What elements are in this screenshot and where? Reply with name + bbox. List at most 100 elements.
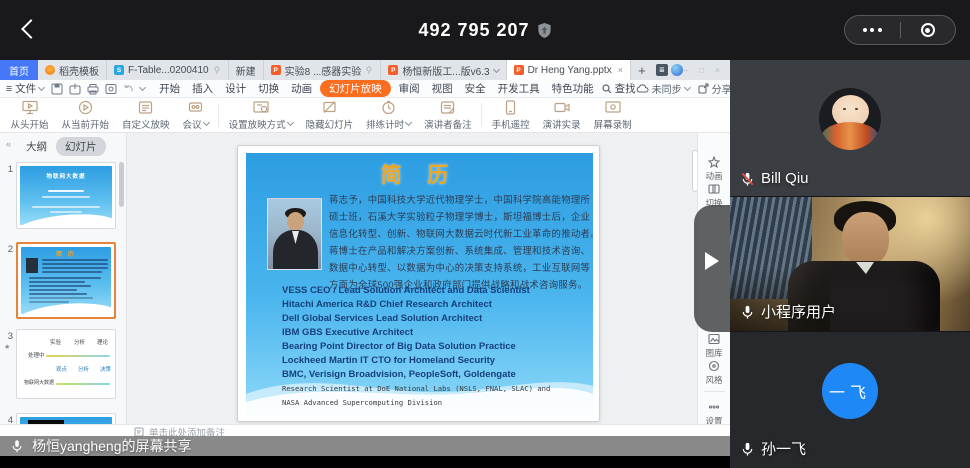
account-avatar-icon[interactable] <box>671 64 683 76</box>
menu-devtools[interactable]: 开发工具 <box>492 81 546 96</box>
chevron-down-icon[interactable] <box>139 84 146 91</box>
tab-active-doc[interactable]: P Dr Heng Yang.pptx × <box>507 60 631 80</box>
minimize-icon[interactable]: – <box>683 65 688 75</box>
menu-security[interactable]: 安全 <box>459 81 492 96</box>
chevron-down-icon <box>38 84 45 91</box>
close-tab-icon[interactable]: × <box>616 65 623 75</box>
chevron-down-icon <box>203 119 210 126</box>
tab-ppt-yang[interactable]: P 杨恒新版工...版v6.3 <box>381 60 506 80</box>
ppt-icon: P <box>514 65 524 75</box>
menu-insert[interactable]: 插入 <box>186 81 219 96</box>
close-window-icon[interactable]: × <box>715 65 720 75</box>
speaker-notes-button[interactable]: 演讲者备注 <box>418 100 479 131</box>
participant-tile-video[interactable]: 小程序用户 <box>730 196 970 332</box>
find-button[interactable]: 查找 <box>602 81 636 96</box>
mic-on-icon <box>740 441 755 457</box>
thumbnail-slide-3[interactable]: 实验 分析 理论 处理中 观点 分析 决策 物联网大数据 <box>16 329 116 399</box>
chevron-down-icon <box>684 84 691 91</box>
presentation-record-icon <box>554 100 570 115</box>
research-lines: Research Scientist at DoE National Labs … <box>282 382 550 410</box>
toolbar-divider <box>218 103 219 127</box>
hamburger-icon: ≡ <box>6 83 12 95</box>
share-banner-text: 杨恒yangheng的屏幕共享 <box>32 436 192 456</box>
menu-transition[interactable]: 切换 <box>252 81 285 96</box>
bottom-strip <box>0 456 730 468</box>
menu-start[interactable]: 开始 <box>153 81 186 96</box>
custom-show-button[interactable]: 自定义放映 <box>116 100 177 131</box>
tab-docer[interactable]: 稻壳模板 <box>38 60 107 80</box>
hide-slide-button[interactable]: 隐藏幻灯片 <box>299 100 360 131</box>
chevron-down-icon <box>287 119 294 126</box>
mic-on-icon <box>10 438 24 454</box>
rehearse-timing-button[interactable]: 排练计时 <box>360 100 418 131</box>
more-options-icon[interactable] <box>845 16 900 44</box>
meeting-icon <box>188 100 203 115</box>
meeting-button[interactable]: 会议 <box>176 100 215 131</box>
tab-list-badge-icon[interactable]: ≣ <box>656 64 668 76</box>
presentation-record-button[interactable]: 演讲实录 <box>536 100 587 131</box>
collapse-videos-handle[interactable] <box>694 205 730 332</box>
tab-slides[interactable]: 幻灯片 <box>56 137 106 156</box>
undo-icon[interactable] <box>123 83 134 94</box>
thumbnail-slide-1[interactable]: 物联网大数据 <box>16 162 116 229</box>
gallery-icon <box>708 333 720 345</box>
menu-animation[interactable]: 动画 <box>285 81 318 96</box>
panel-scrollbar[interactable] <box>119 162 124 207</box>
slide-number: 1 <box>2 164 13 175</box>
meeting-top-bar: 492 795 207 <box>0 0 970 60</box>
preview-icon[interactable] <box>105 83 117 95</box>
participant-label: 孙一飞 <box>740 438 806 459</box>
participant-tile-sun[interactable]: 一飞 孙一飞 <box>730 332 970 468</box>
transition-icon <box>708 183 720 195</box>
thumbnail-slide-2-selected[interactable]: 简 历 <box>16 242 116 319</box>
export-icon[interactable] <box>69 83 81 95</box>
notes-icon <box>134 427 144 437</box>
maximize-icon[interactable]: □ <box>699 65 704 75</box>
tab-ppt-exp[interactable]: P 实验8 ...感器实验 <box>264 60 382 80</box>
mic-on-icon <box>740 304 755 320</box>
exit-miniprogram-icon[interactable] <box>901 16 956 44</box>
file-menu[interactable]: ≡ 文件 <box>6 81 44 96</box>
tab-new-doc[interactable]: 新建 <box>229 60 264 80</box>
portrait-photo <box>267 198 322 270</box>
play-from-start-icon <box>22 100 38 115</box>
menu-design[interactable]: 设计 <box>219 81 252 96</box>
avatar: 一飞 <box>822 363 878 419</box>
save-icon[interactable] <box>51 83 63 95</box>
tab-sheet-doc[interactable]: S F-Table...0200410 <box>107 60 229 80</box>
animation-tool[interactable]: 动画 <box>698 156 730 182</box>
tool-divider <box>704 391 725 392</box>
play-from-current-icon <box>78 100 93 115</box>
tab-home[interactable]: 首页 <box>0 60 38 80</box>
animation-icon <box>708 156 720 168</box>
sheet-icon: S <box>114 65 124 75</box>
slide-canvas: 简 历 蒋志予，中国科技大学近代物理学士，中国科学院高能物理所 硕士班，石溪大学… <box>127 133 697 424</box>
slideshow-settings-button[interactable]: 设置放映方式 <box>222 100 299 131</box>
add-tab-icon[interactable]: + <box>631 60 653 80</box>
menu-features[interactable]: 特色功能 <box>546 81 600 96</box>
custom-show-icon <box>138 100 153 115</box>
screen-record-button[interactable]: 屏幕录制 <box>587 100 638 131</box>
pin-icon <box>365 66 373 74</box>
menu-review[interactable]: 审阅 <box>393 81 426 96</box>
print-icon[interactable] <box>87 83 99 95</box>
sync-status[interactable]: 未同步 <box>636 81 690 96</box>
wps-window: 首页 稻壳模板 S F-Table...0200410 新建 P 实验8 ...… <box>0 60 730 456</box>
screen-record-icon <box>605 100 621 115</box>
share-button[interactable]: 分享 <box>698 81 730 96</box>
tab-outline[interactable]: 大纲 <box>26 139 47 154</box>
thumbnail-slide-4[interactable] <box>16 413 116 424</box>
animation-star-icon: ★ <box>4 343 10 351</box>
gallery-tool[interactable]: 图库 <box>698 333 730 359</box>
style-tool[interactable]: 风格 <box>698 360 730 386</box>
chevron-down-icon <box>405 119 412 126</box>
play-from-start-button[interactable]: 从头开始 <box>4 100 55 131</box>
menu-slideshow-active[interactable]: 幻灯片放映 <box>320 80 391 97</box>
participant-label: Bill Qiu <box>740 170 809 187</box>
current-slide: 简 历 蒋志予，中国科技大学近代物理学士，中国科学院高能物理所 硕士班，石溪大学… <box>237 145 600 422</box>
phone-remote-button[interactable]: 手机遥控 <box>485 100 536 131</box>
participant-tile-bill[interactable]: Bill Qiu <box>730 60 970 196</box>
menu-view[interactable]: 视图 <box>426 81 459 96</box>
play-triangle-icon <box>705 252 719 270</box>
play-from-current-button[interactable]: 从当前开始 <box>55 100 116 131</box>
